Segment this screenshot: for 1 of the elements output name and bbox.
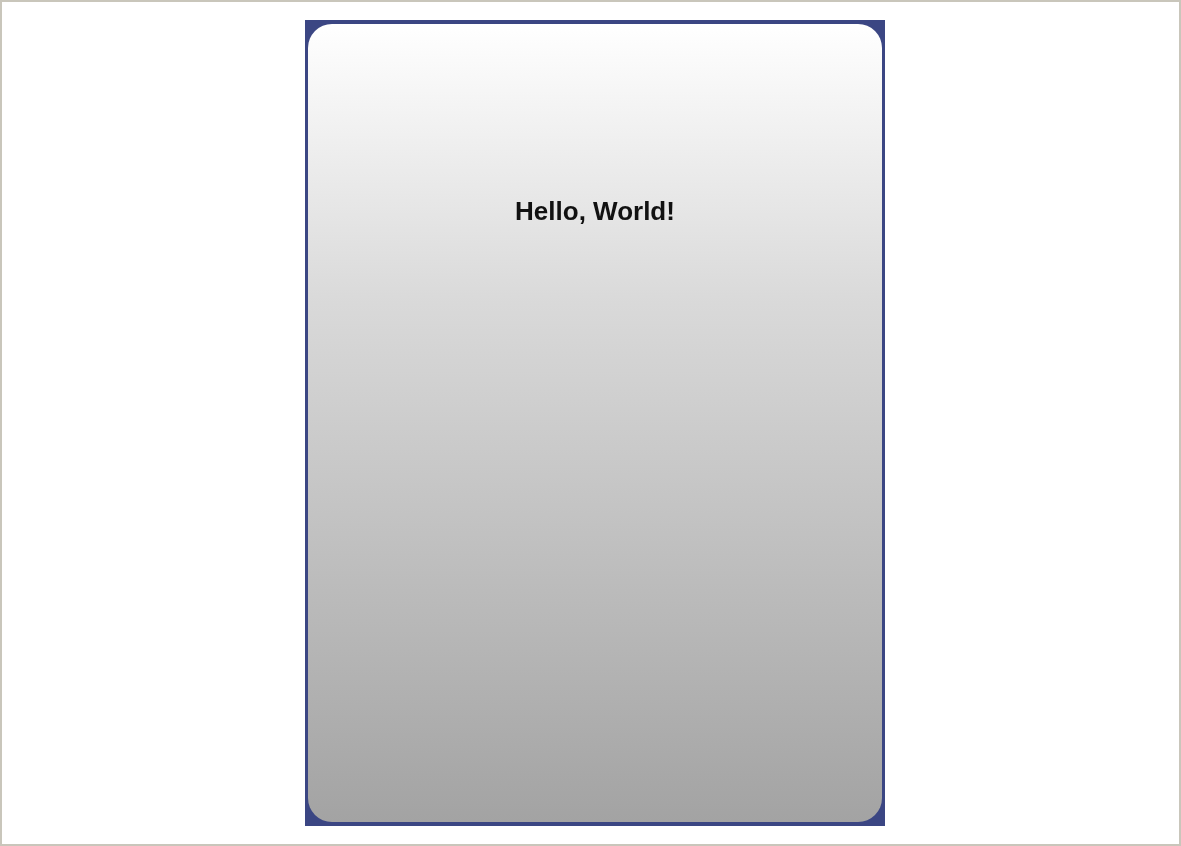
greeting-text: Hello, World! — [515, 196, 675, 227]
